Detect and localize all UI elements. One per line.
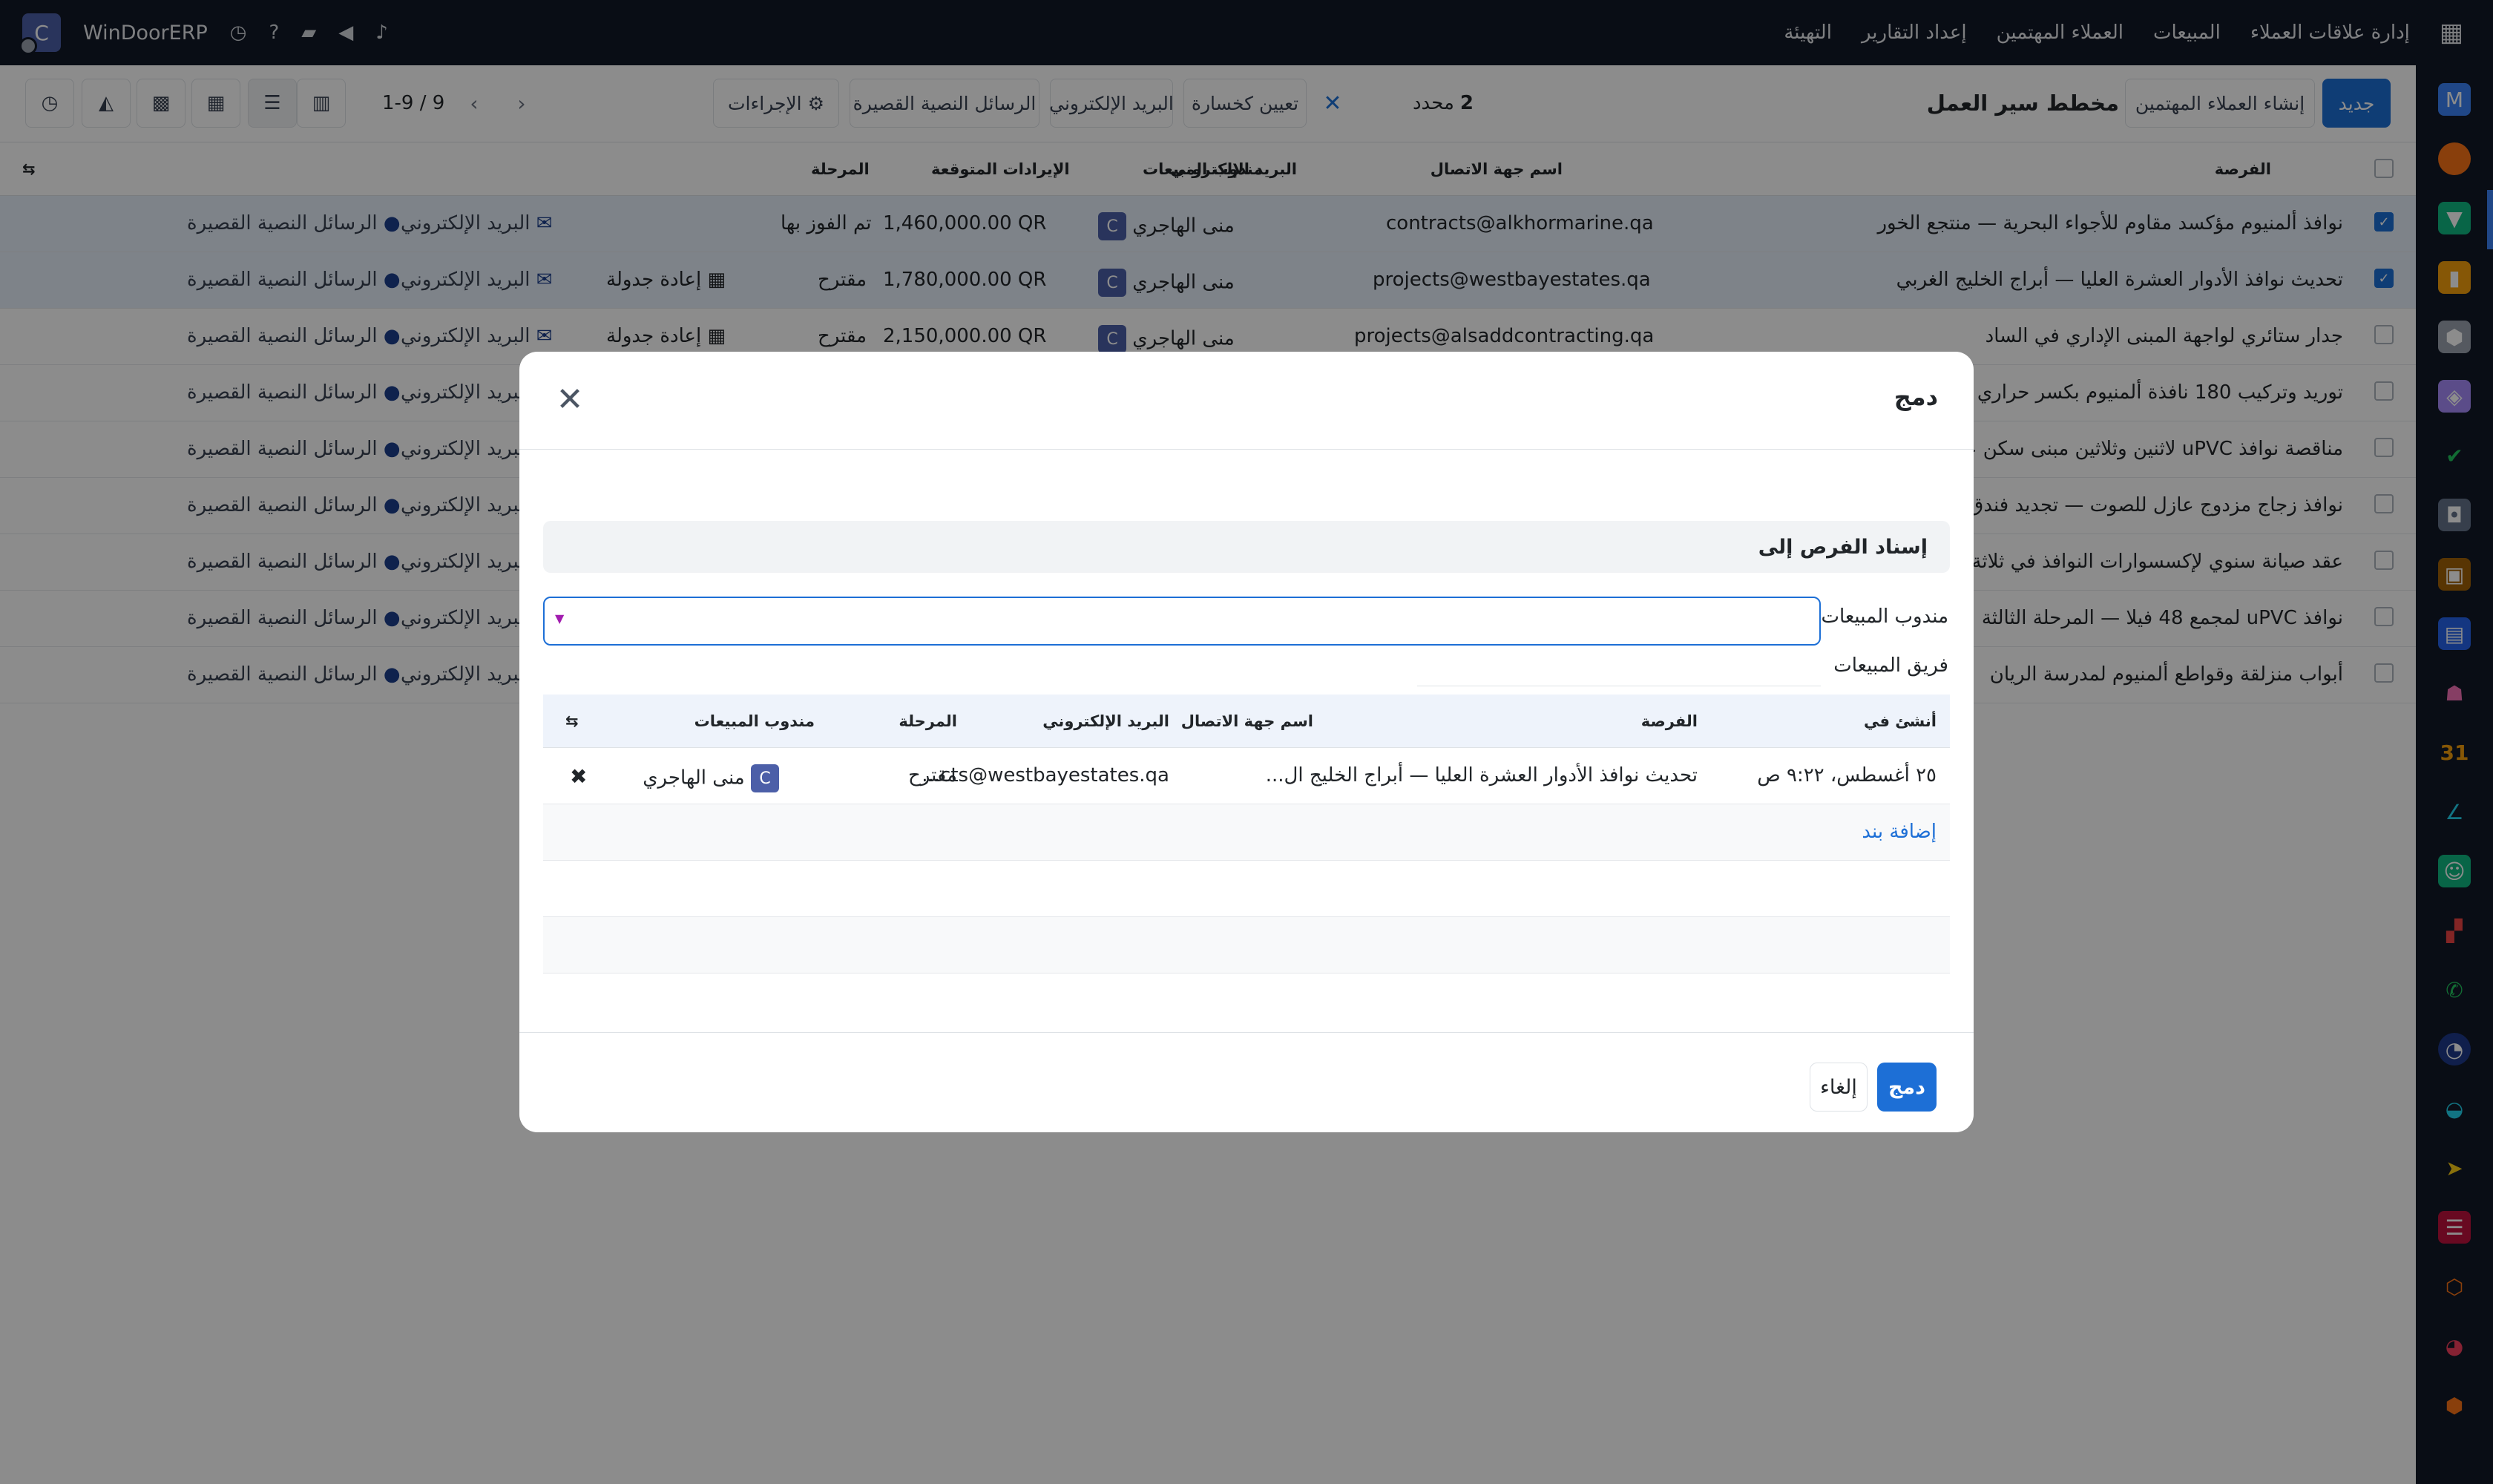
row-email[interactable]: ...cts@westbayestates.qa: [922, 764, 1169, 787]
remove-row-icon[interactable]: ✖: [570, 764, 587, 789]
merge-button[interactable]: دمج: [1877, 1063, 1937, 1112]
merge-dialog: دمج ✕ إسناد الفرص إلى مندوب المبيعات ▼ ف…: [519, 352, 1974, 1132]
row-salesperson-name: منى الهاجري: [643, 766, 745, 789]
close-icon[interactable]: ✕: [548, 377, 592, 421]
row-opportunity[interactable]: تحديث نوافذ الأدوار العشرة العليا — أبرا…: [1266, 764, 1698, 787]
add-line-link[interactable]: إضافة بند: [1862, 821, 1937, 843]
dialog-footer: دمج إلغاء: [519, 1032, 1974, 1132]
col-created-on[interactable]: أنشئ في: [1864, 712, 1937, 730]
salesperson-badge: C: [751, 764, 779, 792]
col-opportunity[interactable]: الفرصة: [1641, 712, 1698, 730]
table-row[interactable]: ٢٥ أغسطس، ٩:٢٢ ص تحديث نوافذ الأدوار الع…: [543, 748, 1950, 804]
col-salesperson[interactable]: مندوب المبيعات: [694, 712, 815, 730]
col-email[interactable]: البريد الإلكتروني: [1042, 712, 1169, 730]
empty-row: [543, 861, 1950, 917]
salesperson-input[interactable]: ▼: [543, 597, 1821, 646]
dialog-title: دمج: [1893, 383, 1938, 411]
table-header: أنشئ في الفرصة اسم جهة الاتصال البريد ال…: [543, 695, 1950, 748]
salesperson-field-label: مندوب المبيعات: [1821, 605, 1948, 628]
optional-columns-icon[interactable]: ⇆: [565, 712, 579, 730]
empty-row: [543, 917, 1950, 974]
col-contact[interactable]: اسم جهة الاتصال: [1181, 712, 1313, 730]
assign-section-title: إسناد الفرص إلى: [543, 521, 1950, 573]
dialog-header: دمج ✕: [519, 352, 1974, 450]
add-line-row: إضافة بند: [543, 804, 1950, 861]
row-salesperson[interactable]: C منى الهاجري: [643, 764, 779, 792]
row-created-on[interactable]: ٢٥ أغسطس، ٩:٢٢ ص: [1757, 764, 1937, 787]
row-stage[interactable]: مقترح: [908, 764, 957, 787]
col-stage[interactable]: المرحلة: [899, 712, 957, 730]
dropdown-caret-icon[interactable]: ▼: [555, 611, 564, 626]
cancel-button[interactable]: إلغاء: [1810, 1063, 1868, 1112]
opportunities-table: أنشئ في الفرصة اسم جهة الاتصال البريد ال…: [543, 695, 1950, 974]
sales-team-field-label: فريق المبيعات: [1833, 654, 1948, 677]
